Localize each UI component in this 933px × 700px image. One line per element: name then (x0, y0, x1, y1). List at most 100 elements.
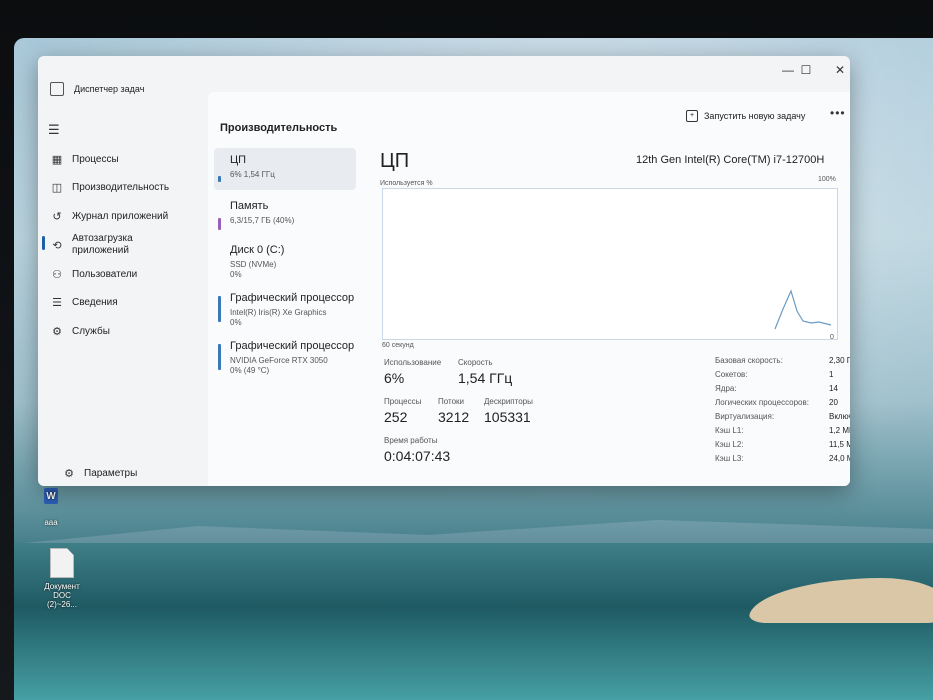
run-task-label: Запустить новую задачу (704, 111, 806, 121)
usage-stat-value: 6% (384, 370, 405, 386)
close-button[interactable]: ✕ (824, 60, 850, 80)
resource-list: ЦП 6% 1,54 ГГц Память 6,3/15,7 ГБ (40%) … (214, 148, 356, 486)
threads-stat-label: Потоки (438, 397, 465, 406)
desktop-shortcut-label: aaa (44, 518, 58, 527)
document-file-icon (50, 548, 74, 578)
resource-name: Графический процессор 1 (230, 340, 354, 352)
spec-value: 1,2 МБ (829, 426, 850, 435)
desktop-shortcut-document[interactable]: Документ DOC (2)~26... (38, 548, 86, 609)
memory-mini-graph (218, 218, 221, 230)
sidebar-item-label: Процессы (72, 153, 119, 165)
hamburger-menu-icon[interactable]: ☰ (48, 122, 60, 138)
sidebar-item-label: Пользователи (72, 268, 138, 280)
processes-stat-value: 252 (384, 409, 408, 425)
sidebar-item-details[interactable]: ☰ Сведения (38, 291, 208, 313)
cpu-detail-panel: ЦП 12th Gen Intel(R) Core(TM) i7-12700H … (378, 148, 850, 486)
resource-item-gpu0[interactable]: Графический процессор 0 Intel(R) Iris(R)… (214, 286, 356, 328)
max-axis-label: 100% (818, 176, 836, 183)
cpu-usage-line (774, 289, 832, 330)
sidebar-item-services[interactable]: ⚙ Службы (38, 320, 208, 342)
task-manager-window: Диспетчер задач — ☐ ✕ ☰ ▦ Процессы ◫ Про… (38, 56, 850, 486)
uptime-stat-value: 0:04:07:43 (384, 448, 451, 464)
handles-stat-value: 105331 (484, 409, 531, 425)
resource-sub: 6% 1,54 ГГц (230, 170, 275, 179)
resource-name: ЦП (230, 154, 247, 166)
more-options-button[interactable]: ••• (830, 106, 846, 120)
resource-item-cpu[interactable]: ЦП 6% 1,54 ГГц (214, 148, 356, 190)
sidebar-item-performance[interactable]: ◫ Производительность (38, 176, 208, 198)
spec-value: 24,0 МБ (829, 454, 850, 463)
spec-value: 20 (829, 398, 838, 407)
resource-name: Память (230, 200, 269, 212)
sidebar-item-users[interactable]: ⚇ Пользователи (38, 263, 208, 285)
resource-item-memory[interactable]: Память 6,3/15,7 ГБ (40%) (214, 194, 356, 236)
resource-sub: Intel(R) Iris(R) Xe Graphics (230, 308, 327, 317)
resource-sub: NVIDIA GeForce RTX 3050 (230, 356, 328, 365)
min-axis-label: 0 (830, 334, 834, 341)
spec-value: Включено (829, 412, 850, 421)
sidebar-item-processes[interactable]: ▦ Процессы (38, 148, 208, 170)
word-document-icon: W (44, 488, 58, 504)
run-new-task-button[interactable]: + Запустить новую задачу (686, 110, 805, 122)
detail-title: ЦП (380, 150, 410, 172)
spec-value: 2,30 ГГц (829, 356, 850, 365)
spec-value: 11,5 МБ (829, 440, 850, 449)
resource-name: Графический процессор 0 (230, 292, 354, 304)
resource-item-gpu1[interactable]: Графический процессор 1 NVIDIA GeForce R… (214, 334, 356, 376)
spec-label: Базовая скорость: (715, 356, 783, 365)
spec-label: Кэш L3: (715, 454, 744, 463)
processes-icon: ▦ (51, 153, 63, 166)
sidebar: ☰ ▦ Процессы ◫ Производительность ↺ Журн… (38, 92, 208, 486)
speed-stat-label: Скорость (458, 358, 493, 367)
time-axis-label: 60 секунд (382, 342, 414, 349)
sidebar-item-label: Сведения (72, 296, 118, 308)
settings-button[interactable]: ⚙ Параметры (38, 462, 208, 484)
spec-label: Сокетов: (715, 370, 748, 379)
handles-stat-label: Дескрипторы (484, 397, 533, 406)
usage-stat-label: Использование (384, 358, 442, 367)
spec-label: Кэш L1: (715, 426, 744, 435)
spec-value: 1 (829, 370, 834, 379)
speed-stat-value: 1,54 ГГц (458, 370, 513, 386)
sidebar-item-label: Автозагрузка приложений (72, 233, 133, 256)
desktop-shortcut-aaa[interactable]: W aaa (44, 488, 58, 527)
cpu-model: 12th Gen Intel(R) Core(TM) i7-12700H (636, 154, 825, 166)
resource-name: Диск 0 (C:) (230, 244, 285, 256)
sidebar-item-app-history[interactable]: ↺ Журнал приложений (38, 205, 208, 227)
cpu-mini-graph (218, 176, 221, 182)
cpu-usage-graph (382, 188, 838, 340)
gpu1-mini-graph (218, 344, 221, 370)
page-title: Производительность (220, 122, 338, 134)
resource-sub: SSD (NVMe) (230, 260, 277, 269)
spec-label: Логических процессоров: (715, 398, 809, 407)
resource-sub: 6,3/15,7 ГБ (40%) (230, 216, 295, 225)
gpu0-mini-graph (218, 296, 221, 322)
uptime-stat-label: Время работы (384, 436, 438, 445)
main-content: Производительность + Запустить новую зад… (208, 92, 850, 486)
startup-icon: ⟲ (52, 239, 62, 252)
app-history-icon: ↺ (52, 210, 62, 223)
resource-sub2: 0% (230, 270, 242, 279)
settings-label: Параметры (84, 467, 138, 479)
usage-axis-label: Используется % (380, 180, 433, 187)
spec-label: Ядра: (715, 384, 737, 393)
title-bar[interactable]: Диспетчер задач — ☐ ✕ (38, 56, 850, 96)
spec-value: 14 (829, 384, 838, 393)
services-icon: ⚙ (52, 325, 62, 338)
sidebar-item-startup[interactable]: ⟲ Автозагрузка приложений (38, 232, 208, 258)
maximize-button[interactable]: ☐ (790, 60, 822, 80)
resource-sub2: 0% (230, 318, 242, 327)
sidebar-item-label: Производительность (72, 181, 170, 193)
threads-stat-value: 3212 (438, 409, 470, 425)
performance-icon: ◫ (51, 181, 63, 194)
details-icon: ☰ (52, 296, 62, 309)
gear-icon: ⚙ (64, 467, 74, 480)
users-icon: ⚇ (52, 268, 62, 281)
spec-label: Виртуализация: (715, 412, 775, 421)
sidebar-item-label: Службы (72, 325, 110, 337)
resource-item-disk[interactable]: Диск 0 (C:) SSD (NVMe) 0% (214, 238, 356, 280)
sidebar-item-label: Журнал приложений (72, 210, 169, 222)
spec-label: Кэш L2: (715, 440, 744, 449)
desktop-shortcut-label: Документ DOC (2)~26... (44, 582, 80, 609)
resource-sub2: 0% (49 °C) (230, 366, 270, 375)
